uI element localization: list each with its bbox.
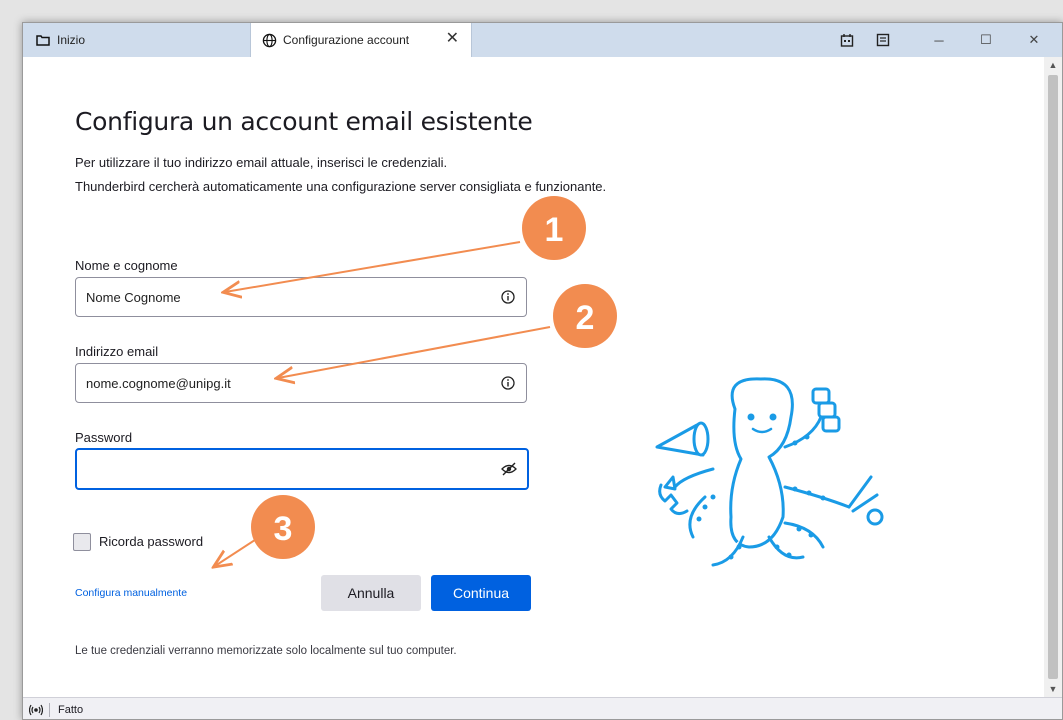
page-title: Configura un account email esistente bbox=[75, 107, 533, 136]
email-field-value: nome.cognome@unipg.it bbox=[86, 375, 231, 391]
status-separator bbox=[49, 702, 50, 717]
remember-password-checkbox[interactable] bbox=[73, 533, 91, 551]
name-label: Nome e cognome bbox=[75, 258, 178, 273]
tab-close-button[interactable]: ✕ bbox=[446, 31, 459, 47]
description-line-2: Thunderbird cercherà automaticamente una… bbox=[75, 179, 607, 194]
minimize-button[interactable]: ─ bbox=[916, 23, 962, 57]
app-window: Inizio Configurazione account ✕ ─ ☐ ✕ Co… bbox=[22, 22, 1063, 720]
calendar-icon[interactable] bbox=[839, 32, 855, 48]
credentials-note: Le tue credenziali verranno memorizzate … bbox=[75, 645, 457, 657]
cancel-button[interactable]: Annulla bbox=[321, 575, 421, 611]
status-bar: Fatto bbox=[23, 697, 1062, 719]
scroll-down-icon[interactable]: ▼ bbox=[1044, 681, 1062, 697]
folder-icon bbox=[35, 32, 51, 48]
octopus-mascot-illustration bbox=[655, 377, 884, 567]
maximize-button[interactable]: ☐ bbox=[963, 23, 1009, 57]
name-field-value: Nome Cognome bbox=[86, 289, 181, 305]
tab-home-label: Inizio bbox=[57, 33, 86, 47]
remember-password-label: Ricorda password bbox=[99, 534, 204, 549]
email-label: Indirizzo email bbox=[75, 344, 159, 359]
password-field[interactable] bbox=[75, 448, 529, 490]
close-window-button[interactable]: ✕ bbox=[1011, 23, 1057, 57]
info-icon[interactable] bbox=[500, 289, 516, 305]
scroll-thumb[interactable] bbox=[1048, 75, 1058, 679]
password-label: Password bbox=[75, 430, 133, 445]
broadcast-icon bbox=[23, 704, 49, 716]
info-icon[interactable] bbox=[500, 375, 516, 391]
scroll-up-icon[interactable]: ▲ bbox=[1044, 57, 1062, 73]
description-line-1: Per utilizzare il tuo indirizzo email at… bbox=[75, 155, 448, 170]
account-setup-page: Configura un account email esistente Per… bbox=[23, 57, 1046, 697]
eye-slash-icon[interactable] bbox=[501, 461, 517, 477]
continue-button[interactable]: Continua bbox=[431, 575, 531, 611]
tasks-icon[interactable] bbox=[875, 32, 891, 48]
name-field[interactable]: Nome Cognome bbox=[75, 277, 527, 317]
tab-account-setup[interactable]: Configurazione account ✕ bbox=[250, 23, 472, 57]
title-bar: Inizio Configurazione account ✕ ─ ☐ ✕ bbox=[23, 23, 1062, 57]
email-field[interactable]: nome.cognome@unipg.it bbox=[75, 363, 527, 403]
tab-account-setup-label: Configurazione account bbox=[283, 33, 410, 47]
globe-icon bbox=[261, 32, 277, 48]
configure-manually-link[interactable]: Configura manualmente bbox=[75, 587, 187, 599]
tab-home[interactable]: Inizio bbox=[23, 23, 248, 57]
vertical-scrollbar[interactable]: ▲ ▼ bbox=[1044, 57, 1062, 697]
status-text: Fatto bbox=[58, 703, 84, 716]
